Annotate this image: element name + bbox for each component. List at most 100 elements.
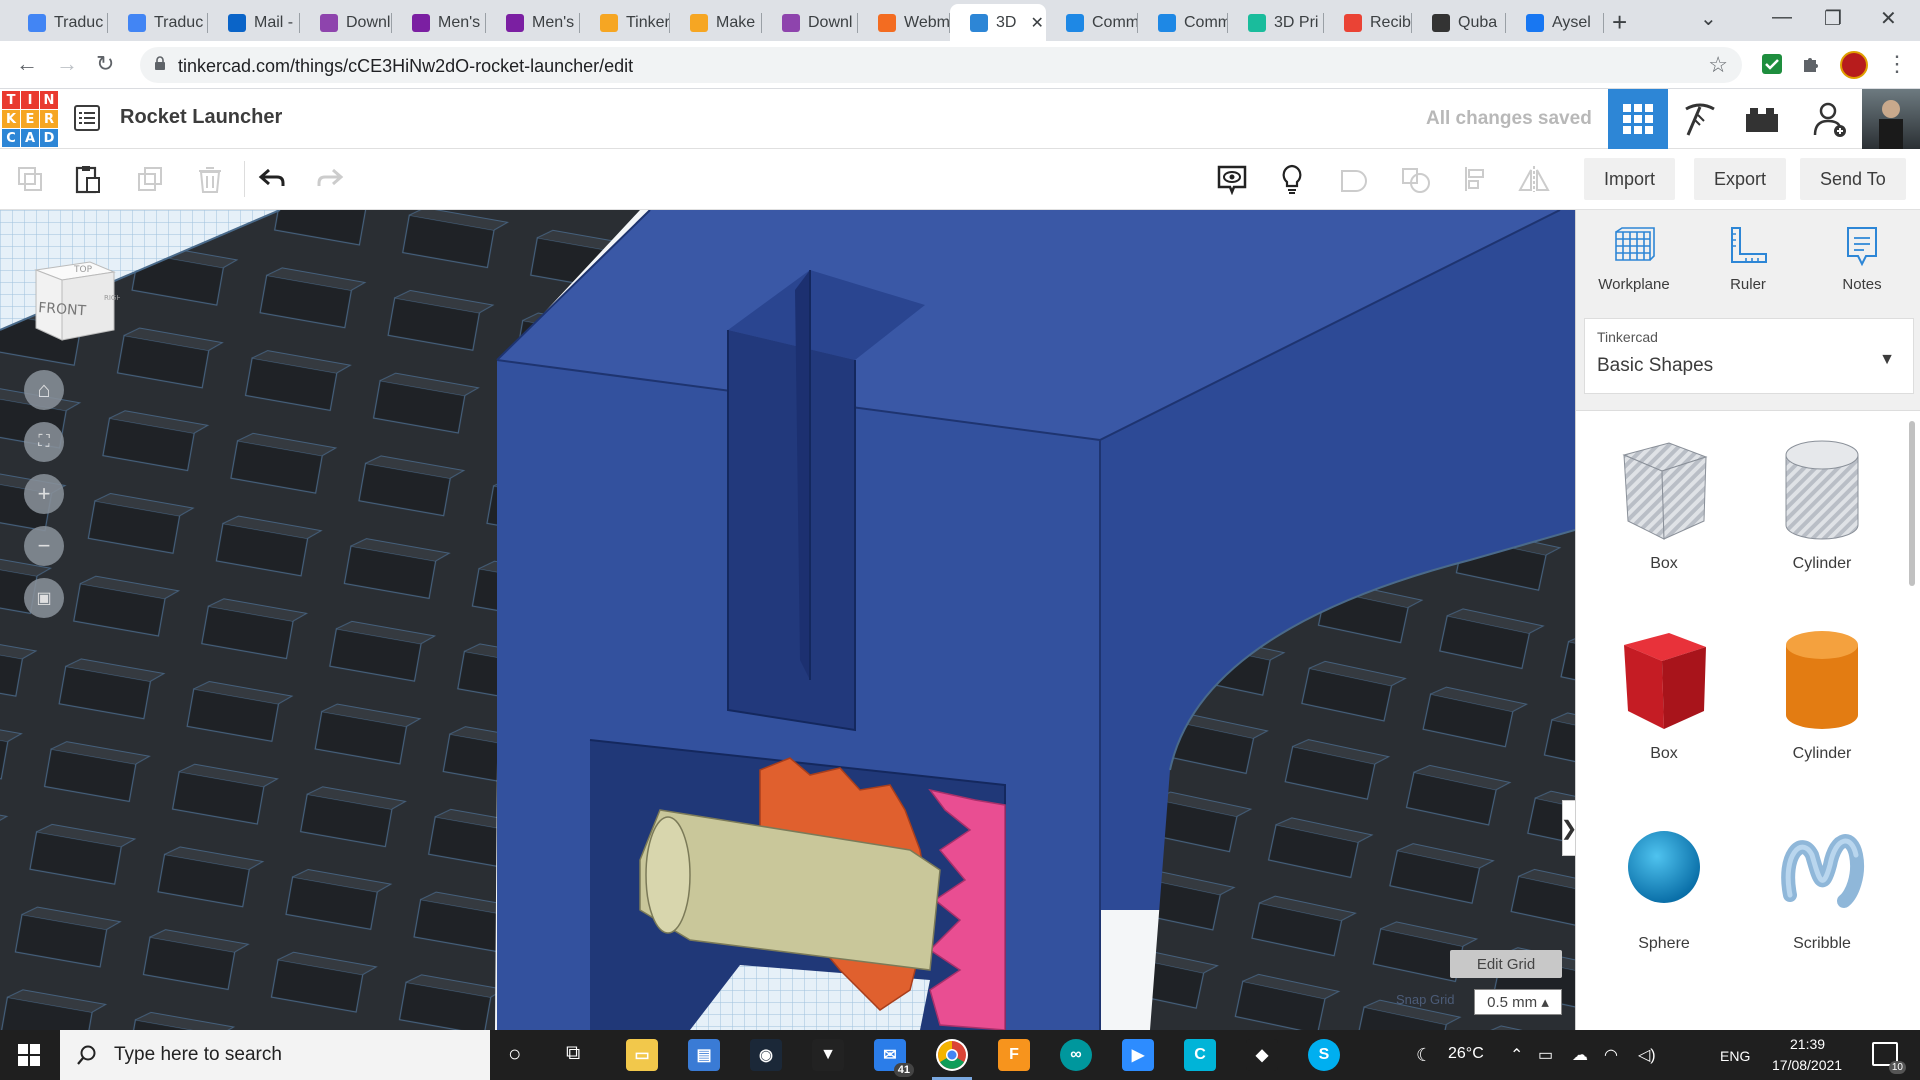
chrome-icon[interactable] bbox=[932, 1039, 972, 1080]
steam-icon[interactable]: ◉ bbox=[750, 1039, 782, 1071]
browser-tab[interactable]: Comm bbox=[1046, 4, 1138, 41]
wifi-icon[interactable]: ◠ bbox=[1604, 1045, 1618, 1065]
browser-tab[interactable]: Make bbox=[670, 4, 762, 41]
design-menu-icon[interactable] bbox=[74, 105, 100, 131]
zoom-out-button[interactable]: − bbox=[24, 526, 64, 566]
view-cube[interactable]: TOP FRONT RIGHT bbox=[28, 250, 120, 342]
show-hidden-icons[interactable]: ⌃ bbox=[1510, 1045, 1523, 1065]
blocks-view-button[interactable] bbox=[1670, 89, 1730, 149]
taskbar-search-box[interactable]: Type here to search bbox=[60, 1030, 490, 1080]
speaker-icon[interactable]: ◁) bbox=[1638, 1045, 1656, 1065]
browser-tab[interactable]: Traduc bbox=[108, 4, 208, 41]
reload-icon[interactable]: ↻ bbox=[96, 51, 114, 77]
browser-tab[interactable]: Quba bbox=[1412, 4, 1506, 41]
3d-workplane-viewport[interactable]: TOP FRONT RIGHT ⌂ ⛶ + − ▣ Edit Grid Snap… bbox=[0, 210, 1575, 1030]
fusion-icon[interactable]: F bbox=[998, 1039, 1030, 1071]
browser-tab[interactable]: Men's bbox=[392, 4, 486, 41]
snap-grid-select[interactable]: 0.5 mm ▴ bbox=[1474, 989, 1562, 1015]
collapse-panel-button[interactable]: ❯ bbox=[1561, 800, 1575, 856]
browser-tab[interactable]: Recibi bbox=[1324, 4, 1412, 41]
show-all-button[interactable] bbox=[1214, 161, 1250, 197]
notification-center-icon[interactable]: 10 bbox=[1872, 1042, 1906, 1074]
onedrive-icon[interactable]: ☁ bbox=[1572, 1045, 1588, 1065]
skype-icon[interactable]: S bbox=[1308, 1039, 1340, 1071]
ungroup-button[interactable] bbox=[1398, 161, 1434, 197]
browser-tab[interactable]: Mail - bbox=[208, 4, 300, 41]
fit-view-button[interactable]: ⛶ bbox=[24, 422, 64, 462]
shape-library-select[interactable]: Tinkercad Basic Shapes ▼ bbox=[1584, 318, 1914, 394]
shape-cylinder-hole[interactable]: Cylinder bbox=[1752, 435, 1892, 573]
notes-toggle-button[interactable] bbox=[1274, 161, 1310, 197]
bookmark-star-icon[interactable]: ☆ bbox=[1708, 52, 1728, 78]
perspective-toggle-button[interactable]: ▣ bbox=[24, 578, 64, 618]
language-indicator[interactable]: ENG bbox=[1720, 1048, 1750, 1064]
mirror-button[interactable] bbox=[1516, 161, 1552, 197]
weather-temp[interactable]: 26°C bbox=[1448, 1045, 1484, 1063]
minimize-icon[interactable]: — bbox=[1772, 6, 1792, 29]
extensions-puzzle-icon[interactable] bbox=[1800, 52, 1824, 76]
arduino-icon[interactable]: ∞ bbox=[1060, 1039, 1092, 1071]
chrome-menu-icon[interactable]: ⋮ bbox=[1886, 51, 1908, 77]
weather-icon[interactable]: ☾ bbox=[1416, 1045, 1432, 1066]
align-button[interactable] bbox=[1458, 161, 1494, 197]
group-button[interactable] bbox=[1336, 161, 1372, 197]
cortana-icon[interactable]: ○ bbox=[508, 1041, 521, 1067]
copy-button[interactable] bbox=[12, 161, 48, 197]
close-window-icon[interactable]: ✕ bbox=[1880, 6, 1897, 31]
tab-search-icon[interactable]: ⌄ bbox=[1700, 6, 1717, 31]
redo-button[interactable] bbox=[312, 161, 348, 197]
address-bar[interactable]: tinkercad.com/things/cCE3HiNw2dO-rocket-… bbox=[140, 47, 1742, 83]
back-icon[interactable]: ← bbox=[16, 51, 38, 77]
zoom-in-button[interactable]: + bbox=[24, 474, 64, 514]
profile-avatar[interactable] bbox=[1840, 51, 1868, 79]
shape-sphere[interactable]: Sphere bbox=[1594, 815, 1734, 953]
extension-check-icon[interactable] bbox=[1760, 52, 1784, 76]
predator-sense-icon[interactable]: ▼ bbox=[812, 1039, 844, 1071]
maximize-icon[interactable]: ❐ bbox=[1824, 6, 1842, 31]
edit-grid-button[interactable]: Edit Grid bbox=[1450, 950, 1562, 978]
shape-box-solid[interactable]: Box bbox=[1594, 625, 1734, 763]
design-title[interactable]: Rocket Launcher bbox=[120, 106, 282, 129]
browser-tab[interactable]: 3D Pri bbox=[1228, 4, 1324, 41]
bricks-view-button[interactable] bbox=[1732, 89, 1792, 149]
ruler-tool[interactable]: Ruler bbox=[1698, 224, 1798, 293]
send-to-button[interactable]: Send To bbox=[1800, 158, 1906, 200]
panel-scrollbar[interactable] bbox=[1909, 421, 1915, 586]
invite-user-button[interactable] bbox=[1800, 89, 1860, 149]
3d-design-view-button[interactable] bbox=[1608, 89, 1668, 149]
workplane-tool[interactable]: Workplane bbox=[1584, 224, 1684, 293]
task-view-icon[interactable]: ⧉ bbox=[566, 1042, 580, 1065]
shape-scribble[interactable]: Scribble bbox=[1752, 815, 1892, 953]
duplicate-button[interactable] bbox=[132, 161, 168, 197]
store-icon[interactable]: ▤ bbox=[688, 1039, 720, 1071]
zoom-icon[interactable]: ▶ bbox=[1122, 1039, 1154, 1071]
shape-box-hole[interactable]: Box bbox=[1594, 435, 1734, 573]
import-button[interactable]: Import bbox=[1584, 158, 1676, 200]
cura-icon[interactable]: C bbox=[1184, 1039, 1216, 1071]
tinkercad-logo[interactable]: TIN KER CAD bbox=[2, 91, 58, 147]
browser-tab[interactable]: Comm bbox=[1138, 4, 1228, 41]
browser-tab[interactable]: 3D ✕ bbox=[950, 4, 1046, 41]
mail-icon[interactable]: ✉ 41 bbox=[874, 1039, 914, 1077]
browser-tab[interactable]: Aysel bbox=[1506, 4, 1604, 41]
browser-tab[interactable]: Traduc bbox=[8, 4, 108, 41]
export-button[interactable]: Export bbox=[1694, 158, 1787, 200]
clock-time[interactable]: 21:39 bbox=[1790, 1036, 1825, 1052]
paste-button[interactable] bbox=[70, 161, 106, 197]
slicer-icon[interactable]: ◆ bbox=[1246, 1039, 1278, 1071]
clock-date[interactable]: 17/08/2021 bbox=[1772, 1057, 1842, 1073]
undo-button[interactable] bbox=[254, 161, 290, 197]
file-explorer-icon[interactable]: ▭ bbox=[626, 1039, 658, 1071]
delete-button[interactable] bbox=[192, 161, 228, 197]
notes-tool[interactable]: Notes bbox=[1812, 224, 1912, 293]
home-view-button[interactable]: ⌂ bbox=[24, 370, 64, 410]
shape-cylinder-solid[interactable]: Cylinder bbox=[1752, 625, 1892, 763]
close-tab-icon[interactable]: ✕ bbox=[1030, 13, 1043, 33]
windows-start-button[interactable] bbox=[18, 1044, 40, 1066]
browser-tab[interactable]: Downl bbox=[762, 4, 858, 41]
user-avatar[interactable] bbox=[1862, 89, 1920, 149]
browser-tab[interactable]: Men's bbox=[486, 4, 580, 41]
browser-tab[interactable]: Downl bbox=[300, 4, 392, 41]
new-tab-icon[interactable]: + bbox=[1612, 7, 1627, 38]
scene-canvas[interactable] bbox=[0, 210, 1575, 1030]
